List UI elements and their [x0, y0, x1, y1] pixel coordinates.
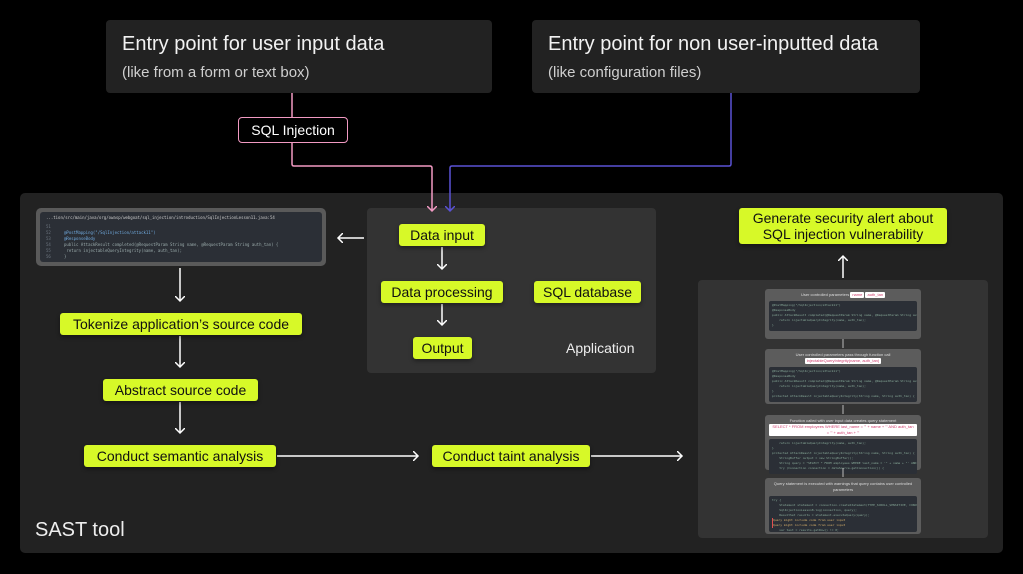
node-sql-database: SQL database	[534, 281, 641, 303]
step-taint-analysis: Conduct taint analysis	[432, 445, 590, 467]
node-data-input: Data input	[399, 224, 485, 246]
step-abstract: Abstract source code	[103, 379, 258, 401]
user-input-arrow	[291, 143, 432, 211]
arrow-layer	[0, 93, 1023, 477]
node-data-processing: Data processing	[381, 281, 503, 303]
alert-line-2: SQL injection vulnerability	[762, 226, 924, 242]
alert-line-1: Generate security alert about	[752, 210, 934, 226]
node-output: Output	[413, 337, 472, 359]
security-alert-node: Generate security alert about SQL inject…	[739, 208, 947, 244]
non-user-input-arrow	[450, 93, 732, 211]
sql-injection-tag: SQL Injection	[238, 117, 348, 143]
step-semantic-analysis: Conduct semantic analysis	[84, 445, 276, 467]
step-tokenize: Tokenize application’s source code	[60, 313, 302, 335]
